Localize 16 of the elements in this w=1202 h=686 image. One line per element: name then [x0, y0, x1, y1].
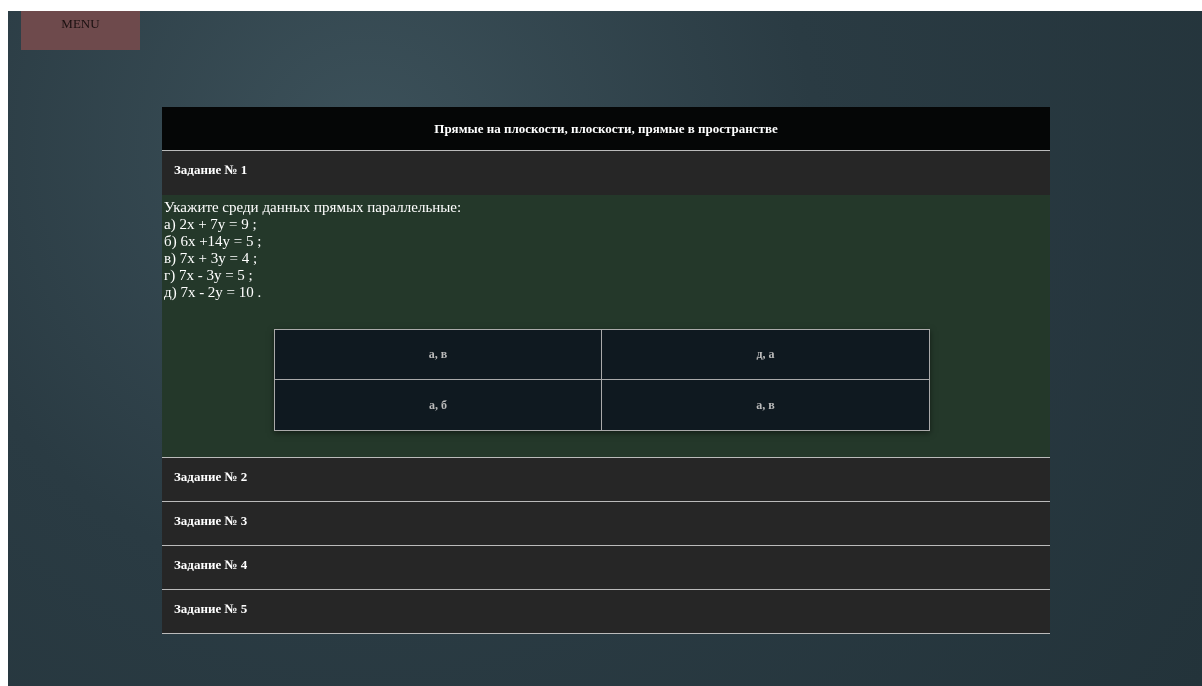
question-text: г) 7x - 3y = 5 ; — [164, 267, 254, 284]
answer-option[interactable]: а, в — [602, 380, 929, 430]
panel-title: Прямые на плоскости, плоскости, прямые в пространстве — [162, 107, 1050, 151]
question-text: в) 7x + 3y = 4 ; — [164, 250, 259, 267]
task-header[interactable]: Задание № 2 — [162, 458, 1050, 502]
question-text: а) 2x + 7y = 9 ; — [164, 216, 258, 233]
task-header[interactable]: Задание № 4 — [162, 546, 1050, 590]
task-header[interactable]: Задание № 3 — [162, 502, 1050, 546]
answer-option[interactable]: д, а — [602, 330, 929, 380]
task-header[interactable]: Задание № 5 — [162, 590, 1050, 634]
answer-option[interactable]: а, б — [275, 380, 602, 430]
question-text: Укажите среди данных прямых параллельные: — [164, 199, 463, 216]
question-text: д) 7x - 2y = 10 . — [164, 284, 263, 301]
task-header[interactable]: Задание № 1 — [162, 151, 1050, 195]
question-text: б) 6x +14y = 5 ; — [164, 233, 263, 250]
answer-option[interactable]: а, в — [275, 330, 602, 380]
